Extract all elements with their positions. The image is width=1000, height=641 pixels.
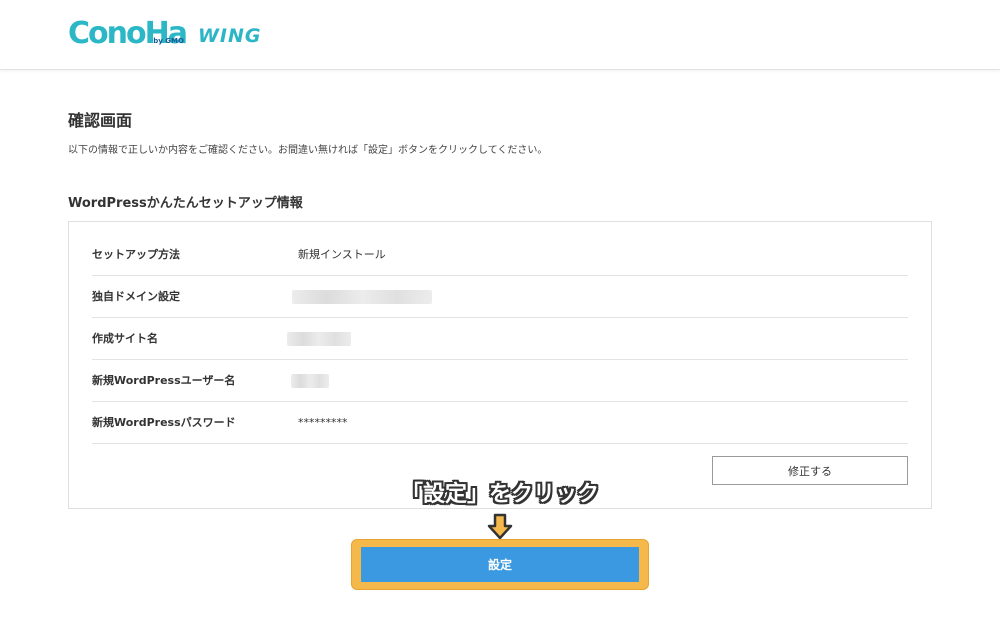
annotation-callout: 「設定」をクリック: [400, 482, 599, 507]
row-label: セットアップ方法: [92, 248, 180, 261]
blurred-site-name-value: [287, 332, 351, 346]
row-label: 新規WordPressパスワード: [92, 416, 236, 429]
blurred-username-value: [291, 374, 329, 388]
row-label: 独自ドメイン設定: [92, 290, 180, 303]
row-value: 新規インストール: [298, 248, 386, 261]
setup-button[interactable]: 設定: [361, 547, 639, 582]
info-row-domain: 独自ドメイン設定: [92, 276, 908, 318]
info-row-wp-username: 新規WordPressユーザー名: [92, 360, 908, 402]
setup-info-card: セットアップ方法 新規インストール 独自ドメイン設定 作成サイト名 新規Word…: [68, 221, 932, 509]
conoha-logo-mark: ConoHa by GMO: [68, 18, 188, 50]
conoha-wing-logo[interactable]: ConoHa by GMO WING: [68, 18, 261, 50]
info-row-wp-password: 新規WordPressパスワード *********: [92, 402, 908, 444]
info-row-setup-method: セットアップ方法 新規インストール: [92, 234, 908, 276]
edit-button[interactable]: 修正する: [712, 456, 908, 485]
page-description: 以下の情報で正しいか内容をご確認ください。お間違い無ければ「設定」ボタンをクリッ…: [68, 145, 548, 156]
app-header: ConoHa by GMO WING: [0, 0, 1000, 70]
row-label: 新規WordPressユーザー名: [92, 374, 236, 387]
row-label: 作成サイト名: [92, 332, 158, 345]
arrow-down-icon: [487, 513, 513, 540]
page-title: 確認画面: [68, 111, 133, 130]
row-value: *********: [298, 416, 348, 429]
info-row-site-name: 作成サイト名: [92, 318, 908, 360]
blurred-domain-value: [292, 290, 432, 304]
logo-by-gmo: by GMO: [153, 37, 184, 45]
logo-product-name: WING: [197, 25, 262, 47]
section-title: WordPressかんたんセットアップ情報: [68, 196, 303, 211]
